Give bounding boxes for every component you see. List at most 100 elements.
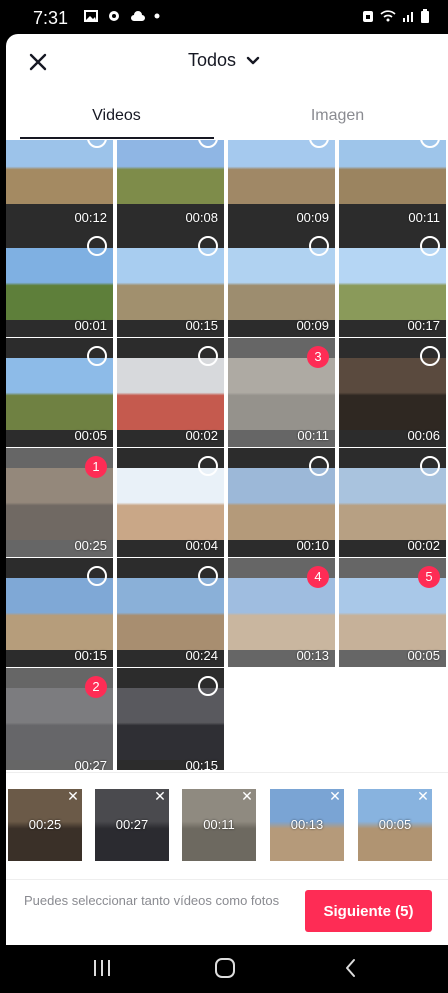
gallery-notification-icon: [84, 10, 98, 22]
close-icon: [29, 53, 47, 71]
media-grid-item[interactable]: 00:04: [117, 448, 224, 557]
video-duration: 00:08: [185, 210, 218, 225]
select-circle[interactable]: [309, 456, 329, 476]
media-thumbnail: [117, 248, 224, 320]
selection-order-badge[interactable]: 2: [85, 676, 107, 698]
video-duration: 00:02: [185, 428, 218, 443]
video-duration: 00:01: [74, 318, 107, 333]
remove-selected-icon[interactable]: ✕: [416, 789, 430, 803]
selected-media-duration: 00:27: [115, 817, 149, 832]
select-circle[interactable]: [198, 346, 218, 366]
media-grid-item[interactable]: 3 00:11: [228, 338, 335, 447]
tab-videos[interactable]: Videos: [6, 94, 227, 138]
media-thumbnail: [117, 140, 224, 204]
dot-notification-icon: [154, 13, 160, 19]
picker-header: Todos: [6, 34, 448, 90]
video-duration: 00:04: [185, 538, 218, 553]
selected-media-thumbnail[interactable]: 00:13 ✕: [270, 789, 344, 861]
recent-apps-button[interactable]: [92, 957, 112, 984]
media-thumbnail: [117, 468, 224, 540]
video-duration: 00:24: [185, 648, 218, 663]
selected-media-thumbnail[interactable]: 00:27 ✕: [95, 789, 169, 861]
remove-selected-icon[interactable]: ✕: [240, 789, 254, 803]
status-system-icons: [362, 9, 430, 23]
selection-order-badge[interactable]: 4: [307, 566, 329, 588]
album-selector[interactable]: Todos: [188, 50, 260, 71]
media-grid-item[interactable]: 00:12: [6, 140, 113, 229]
video-duration: 00:11: [408, 210, 440, 225]
video-duration: 00:27: [74, 758, 107, 770]
selection-order-badge[interactable]: 1: [85, 456, 107, 478]
select-circle[interactable]: [198, 236, 218, 256]
media-grid-item[interactable]: 00:01: [6, 228, 113, 337]
active-tab-indicator: [20, 137, 214, 139]
media-grid-item[interactable]: 00:02: [117, 338, 224, 447]
media-type-tabs: Videos Imagen: [6, 94, 448, 138]
cloud-notification-icon: [131, 11, 145, 21]
video-duration: 00:17: [407, 318, 440, 333]
selected-media-thumbnail[interactable]: 00:05 ✕: [358, 789, 432, 861]
video-duration: 00:06: [407, 428, 440, 443]
select-circle[interactable]: [87, 236, 107, 256]
media-thumbnail: [339, 358, 446, 430]
select-circle[interactable]: [198, 676, 218, 696]
media-grid-item[interactable]: 00:15: [6, 558, 113, 667]
media-grid-item[interactable]: 2 00:27: [6, 668, 113, 770]
video-duration: 00:02: [407, 538, 440, 553]
video-duration: 00:09: [296, 318, 329, 333]
media-thumbnail: [117, 578, 224, 650]
battery-icon: [421, 9, 429, 23]
select-circle[interactable]: [198, 566, 218, 586]
chevron-down-icon: [246, 56, 260, 64]
selection-order-badge[interactable]: 5: [418, 566, 440, 588]
selection-order-badge[interactable]: 3: [307, 346, 329, 368]
media-grid-item[interactable]: 00:09: [228, 140, 335, 229]
media-grid-item[interactable]: 4 00:13: [228, 558, 335, 667]
home-button[interactable]: [214, 956, 236, 985]
media-thumbnail: [117, 688, 224, 760]
selected-media-thumbnail[interactable]: 00:25 ✕: [8, 789, 82, 861]
back-button[interactable]: [343, 957, 359, 984]
media-grid-item[interactable]: 00:17: [339, 228, 446, 337]
media-grid-item[interactable]: 00:10: [228, 448, 335, 557]
media-grid-item[interactable]: 00:09: [228, 228, 335, 337]
media-thumbnail: [228, 468, 335, 540]
selected-media-thumbnail[interactable]: 00:11 ✕: [182, 789, 256, 861]
status-notifications: [84, 9, 160, 23]
select-circle[interactable]: [420, 456, 440, 476]
select-circle[interactable]: [309, 236, 329, 256]
video-duration: 00:15: [185, 318, 218, 333]
media-thumbnail: [339, 140, 446, 204]
tab-imagen[interactable]: Imagen: [227, 94, 448, 138]
remove-selected-icon[interactable]: ✕: [66, 789, 80, 803]
select-circle[interactable]: [198, 456, 218, 476]
video-duration: 00:05: [74, 428, 107, 443]
media-grid-item[interactable]: 5 00:05: [339, 558, 446, 667]
media-grid-item[interactable]: 00:08: [117, 140, 224, 229]
video-duration: 00:10: [296, 538, 329, 553]
status-bar: 7:31: [0, 0, 448, 34]
media-thumbnail: [228, 140, 335, 204]
media-grid-item[interactable]: 00:15: [117, 668, 224, 770]
media-grid-item[interactable]: 1 00:25: [6, 448, 113, 557]
media-grid-item[interactable]: 00:11: [339, 140, 446, 229]
media-grid-item[interactable]: 00:06: [339, 338, 446, 447]
remove-selected-icon[interactable]: ✕: [153, 789, 167, 803]
selected-media-duration: 00:25: [28, 817, 62, 832]
media-grid-item[interactable]: 00:15: [117, 228, 224, 337]
next-button[interactable]: Siguiente (5): [305, 890, 432, 932]
media-grid-item[interactable]: 00:24: [117, 558, 224, 667]
media-grid-item[interactable]: 00:02: [339, 448, 446, 557]
select-circle[interactable]: [420, 346, 440, 366]
selected-media-strip: 00:25 ✕ 00:27 ✕ 00:11 ✕ 00:13 ✕ 00:05 ✕: [6, 772, 448, 878]
video-duration: 00:12: [74, 210, 107, 225]
media-grid-item[interactable]: 00:05: [6, 338, 113, 447]
select-circle[interactable]: [420, 236, 440, 256]
system-navigation-bar: [0, 945, 448, 993]
select-circle[interactable]: [87, 346, 107, 366]
sync-notification-icon: [109, 11, 119, 21]
close-button[interactable]: [26, 50, 50, 74]
remove-selected-icon[interactable]: ✕: [328, 789, 342, 803]
select-circle[interactable]: [87, 566, 107, 586]
media-thumbnail: [6, 578, 113, 650]
